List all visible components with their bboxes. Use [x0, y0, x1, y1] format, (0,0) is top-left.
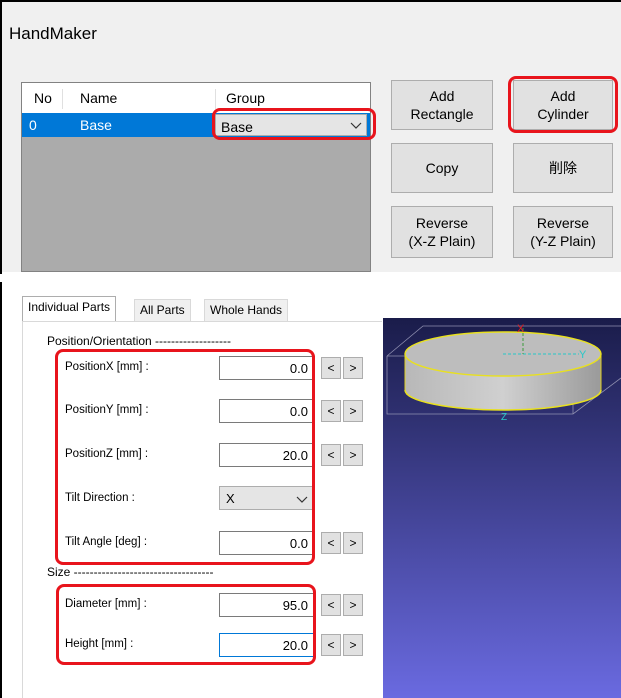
parts-list-header: No Name Group — [22, 83, 370, 113]
position-z-field[interactable]: 20.0 — [219, 443, 315, 467]
axis-z-label: Z — [501, 412, 507, 423]
position-y-label: PositionY [mm] : — [65, 404, 149, 416]
parts-list-row[interactable]: 0 Base Base — [22, 113, 370, 137]
cylinder-model — [404, 331, 602, 411]
reverse-yz-label-2: (Y-Z Plain) — [530, 233, 596, 249]
chevron-down-icon — [350, 122, 362, 129]
individual-parts-page: Position/Orientation -------------------… — [22, 321, 382, 698]
tilt-direction-label: Tilt Direction : — [65, 492, 135, 504]
delete-label: 削除 — [549, 160, 577, 176]
copy-button[interactable]: Copy — [391, 143, 493, 193]
window-border — [0, 2, 2, 274]
column-header-name[interactable]: Name — [80, 90, 117, 106]
parts-editor-panel: Individual Parts All Parts Whole Hands P… — [0, 282, 621, 698]
add-cylinder-label-1: Add — [550, 88, 576, 104]
position-y-field[interactable]: 0.0 — [219, 399, 315, 423]
position-z-increment-button[interactable]: > — [343, 444, 363, 466]
column-divider — [62, 89, 63, 109]
add-rectangle-label-2: Rectangle — [410, 106, 474, 122]
row-no: 0 — [29, 117, 37, 133]
reverse-yz-button[interactable]: Reverse (Y-Z Plain) — [513, 206, 613, 258]
diameter-label: Diameter [mm] : — [65, 598, 147, 610]
parts-list[interactable]: No Name Group 0 Base Base — [21, 82, 371, 272]
position-z-decrement-button[interactable]: < — [321, 444, 341, 466]
3d-viewport[interactable]: Y X Z — [383, 318, 621, 698]
row-name: Base — [80, 117, 112, 133]
tilt-angle-label: Tilt Angle [deg] : — [65, 536, 148, 548]
tilt-angle-increment-button[interactable]: > — [343, 532, 363, 554]
position-x-decrement-button[interactable]: < — [321, 357, 341, 379]
position-orientation-heading: Position/Orientation ------------------- — [47, 334, 231, 348]
tilt-direction-dropdown[interactable]: X — [219, 486, 315, 510]
diameter-increment-button[interactable]: > — [343, 594, 363, 616]
diameter-field[interactable]: 95.0 — [219, 593, 315, 617]
axis-x-label: X — [517, 323, 525, 335]
reverse-yz-label-1: Reverse — [536, 215, 590, 231]
tilt-angle-field[interactable]: 0.0 — [219, 531, 315, 555]
position-x-field[interactable]: 0.0 — [219, 356, 315, 380]
diameter-decrement-button[interactable]: < — [321, 594, 341, 616]
axis-y-label: Y — [579, 349, 587, 361]
column-header-no[interactable]: No — [34, 90, 52, 106]
height-field[interactable]: 20.0 — [219, 633, 315, 657]
position-z-label: PositionZ [mm] : — [65, 448, 149, 460]
tab-individual-parts[interactable]: Individual Parts — [22, 296, 117, 322]
reverse-xz-label-1: Reverse — [415, 215, 469, 231]
tab-whole-hands[interactable]: Whole Hands — [204, 299, 289, 321]
height-increment-button[interactable]: > — [343, 634, 363, 656]
position-x-increment-button[interactable]: > — [343, 357, 363, 379]
chevron-down-icon — [296, 496, 308, 503]
group-dropdown-value: Base — [221, 119, 253, 135]
column-divider — [215, 89, 216, 109]
copy-label: Copy — [425, 160, 459, 176]
position-x-label: PositionX [mm] : — [65, 361, 149, 373]
tab-all-parts[interactable]: All Parts — [134, 299, 191, 321]
window-title: HandMaker — [9, 24, 97, 43]
add-cylinder-button[interactable]: Add Cylinder — [513, 80, 613, 130]
position-y-decrement-button[interactable]: < — [321, 400, 341, 422]
add-rectangle-label-1: Add — [429, 88, 455, 104]
add-rectangle-button[interactable]: Add Rectangle — [391, 80, 493, 130]
window-border — [0, 282, 2, 698]
group-dropdown[interactable]: Base — [215, 114, 367, 136]
height-label: Height [mm] : — [65, 638, 134, 650]
add-cylinder-label-2: Cylinder — [537, 106, 589, 122]
hand-maker-window: HandMaker No Name Group 0 Base Base Add … — [0, 0, 621, 274]
tilt-angle-decrement-button[interactable]: < — [321, 532, 341, 554]
delete-button[interactable]: 削除 — [513, 143, 613, 193]
height-decrement-button[interactable]: < — [321, 634, 341, 656]
reverse-xz-button[interactable]: Reverse (X-Z Plain) — [391, 206, 493, 258]
size-heading: Size ----------------------------------- — [47, 565, 214, 579]
tilt-direction-value: X — [226, 491, 235, 506]
position-y-increment-button[interactable]: > — [343, 400, 363, 422]
reverse-xz-label-2: (X-Z Plain) — [408, 233, 476, 249]
column-header-group[interactable]: Group — [226, 90, 265, 106]
